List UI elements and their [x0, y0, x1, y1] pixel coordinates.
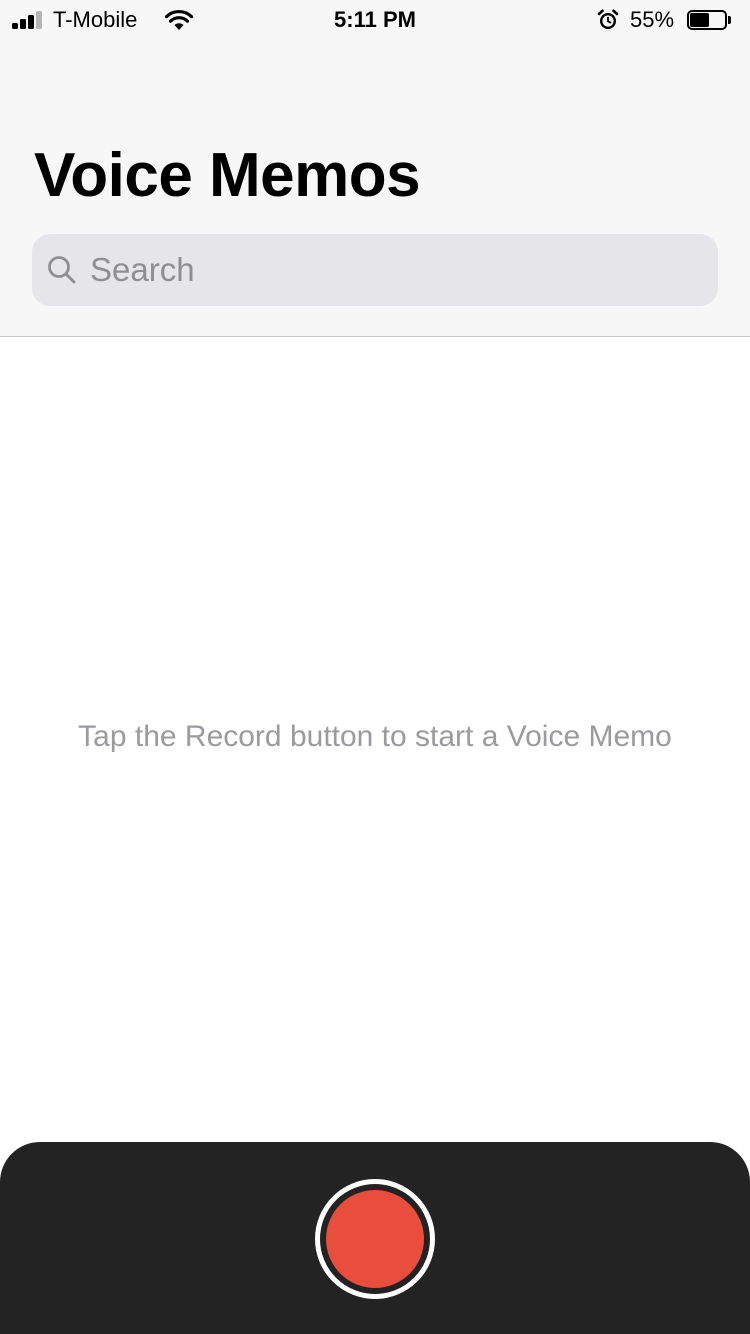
status-bar: T-Mobile 5:11 PM 55%	[0, 0, 750, 40]
header: T-Mobile 5:11 PM 55% Voice Memos	[0, 0, 750, 337]
empty-state-message: Tap the Record button to start a Voice M…	[78, 720, 672, 753]
search-field[interactable]	[32, 234, 718, 306]
battery-icon	[687, 10, 731, 30]
search-icon	[48, 256, 76, 284]
battery-level-fill	[690, 13, 709, 27]
record-bar	[0, 1142, 750, 1334]
search-input[interactable]	[90, 234, 690, 306]
page-title: Voice Memos	[34, 141, 421, 210]
record-icon	[326, 1190, 424, 1288]
battery-tip	[728, 16, 731, 24]
record-button[interactable]	[315, 1179, 435, 1299]
battery-percent: 55%	[630, 7, 675, 32]
alarm-icon	[597, 9, 619, 29]
